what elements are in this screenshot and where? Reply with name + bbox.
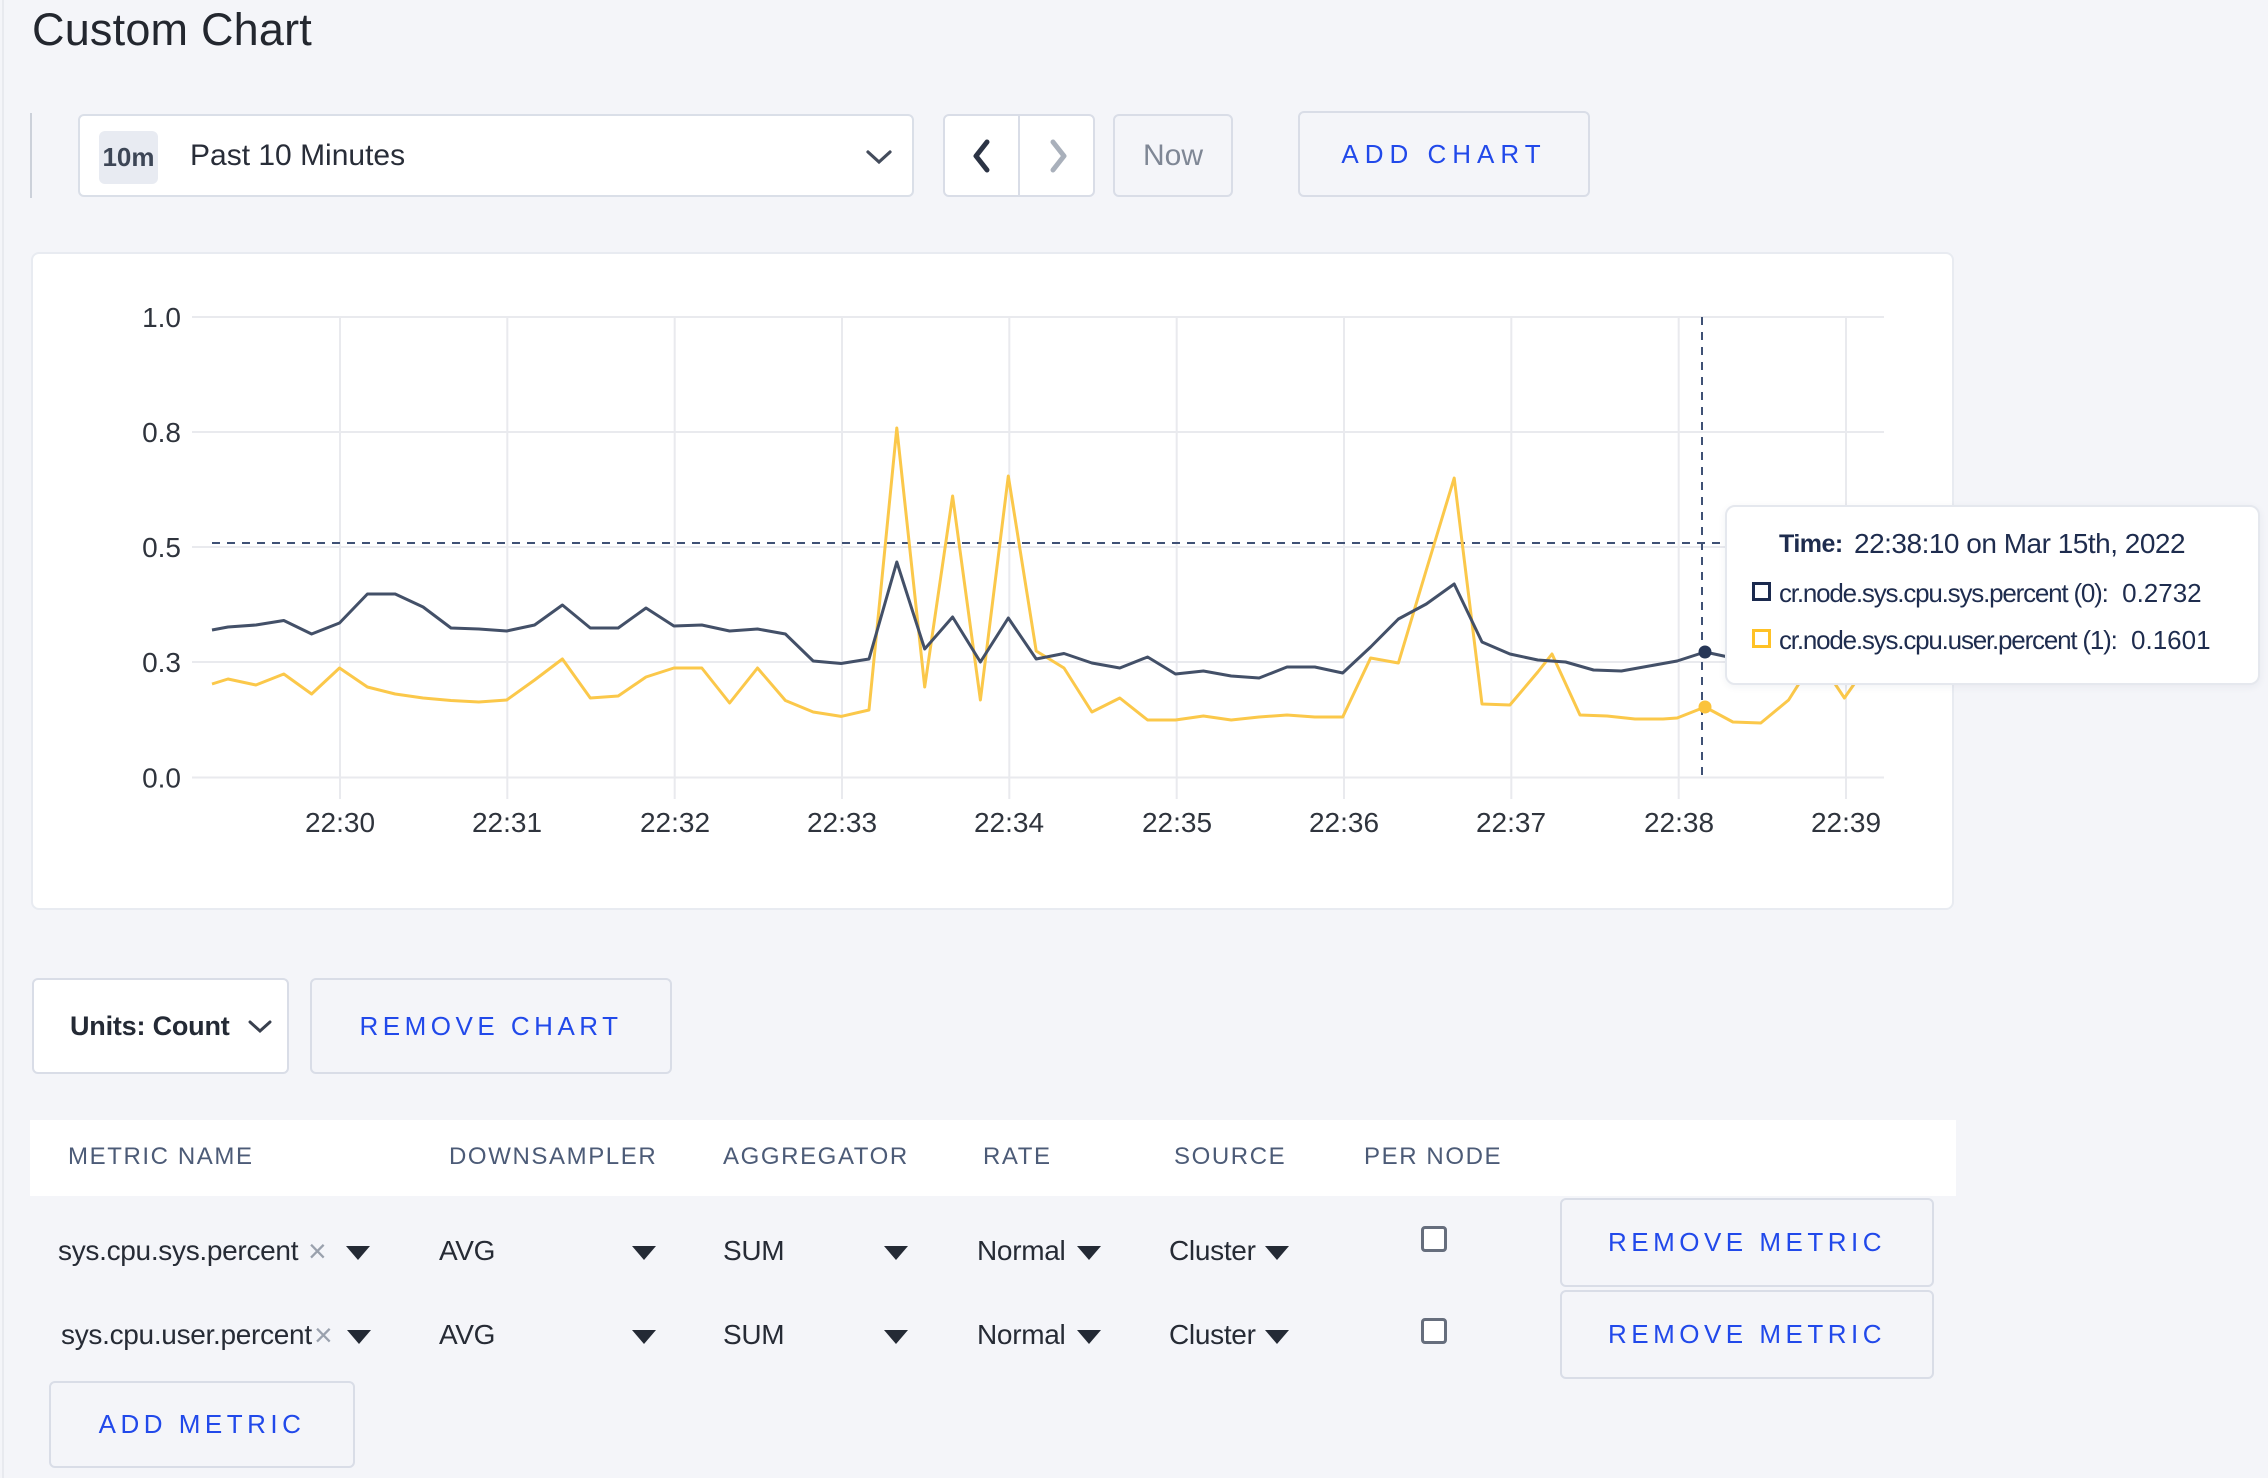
svg-text:22:36: 22:36 [1309,807,1379,838]
svg-text:22:35: 22:35 [1142,807,1212,838]
svg-text:0.0: 0.0 [142,763,181,794]
svg-text:0.8: 0.8 [142,417,181,448]
svg-text:1.0: 1.0 [142,302,181,333]
svg-text:0.3: 0.3 [142,647,181,678]
svg-text:22:31: 22:31 [472,807,542,838]
svg-text:22:39: 22:39 [1811,807,1881,838]
svg-text:22:32: 22:32 [640,807,710,838]
svg-text:22:38: 22:38 [1644,807,1714,838]
svg-text:22:37: 22:37 [1476,807,1546,838]
svg-text:22:34: 22:34 [974,807,1044,838]
svg-text:0.5: 0.5 [142,532,181,563]
svg-text:22:30: 22:30 [305,807,375,838]
svg-text:22:33: 22:33 [807,807,877,838]
